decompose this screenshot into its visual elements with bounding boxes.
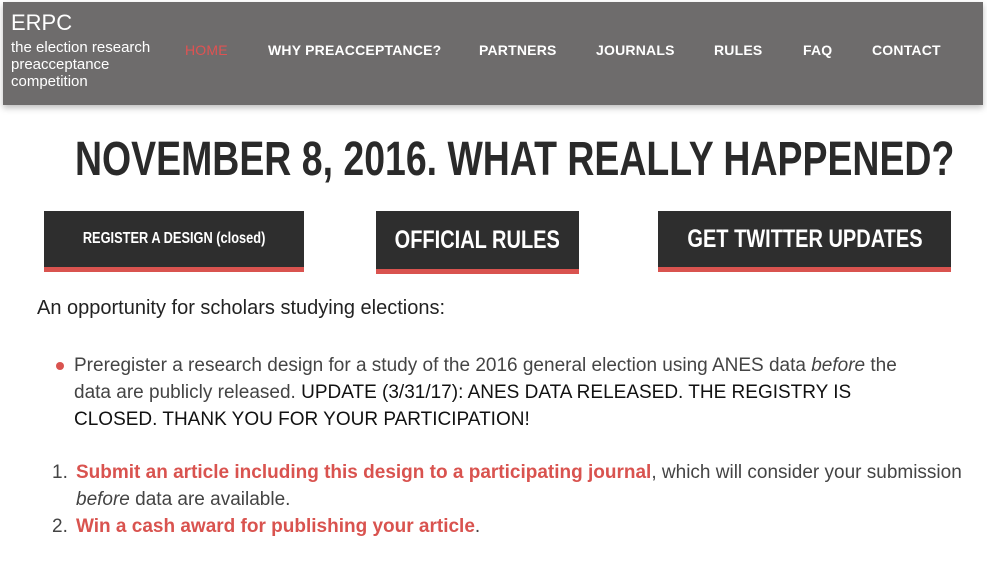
cash-award-link[interactable]: Win a cash award for publishing your art…	[76, 516, 475, 537]
twitter-updates-button[interactable]: GET TWITTER UPDATES	[658, 211, 951, 272]
page-headline: NOVEMBER 8, 2016. WHAT REALLY HAPPENED?	[75, 133, 955, 186]
register-design-label: REGISTER A DESIGN (closed)	[82, 230, 266, 247]
twitter-updates-label: GET TWITTER UPDATES	[686, 224, 923, 253]
step-number: 1.	[52, 462, 68, 483]
step-number: 2.	[52, 516, 68, 537]
official-rules-button[interactable]: OFFICIAL RULES	[376, 211, 579, 274]
nav-home[interactable]: HOME	[185, 42, 228, 58]
nav-faq[interactable]: FAQ	[803, 42, 832, 58]
step-text-after: data are available.	[129, 489, 291, 510]
list-item: Preregister a research design for a stud…	[52, 352, 932, 433]
official-rules-label: OFFICIAL RULES	[394, 225, 561, 254]
nav-partners[interactable]: PARTNERS	[479, 42, 557, 58]
bullet-emphasis: before	[811, 355, 866, 376]
step-text: , which will consider your submission	[651, 462, 962, 483]
brand[interactable]: ERPC the election research preacceptance…	[11, 10, 181, 90]
intro-text: An opportunity for scholars studying ele…	[37, 297, 445, 319]
bullet-dot-icon	[56, 362, 64, 370]
nav-rules[interactable]: RULES	[714, 42, 762, 58]
step-emphasis: before	[76, 489, 130, 510]
site-header: ERPC the election research preacceptance…	[3, 2, 983, 105]
nav-why-preacceptance[interactable]: WHY PREACCEPTANCE?	[268, 42, 441, 58]
nav-contact[interactable]: CONTACT	[872, 42, 941, 58]
bullet-text: Preregister a research design for a stud…	[74, 355, 812, 376]
submit-article-link[interactable]: Submit an article including this design …	[76, 462, 651, 483]
list-item: 2. Win a cash award for publishing your …	[52, 513, 972, 540]
register-design-button[interactable]: REGISTER A DESIGN (closed)	[44, 211, 304, 272]
brand-name[interactable]: ERPC	[11, 10, 181, 36]
steps-list: 1. Submit an article including this desi…	[52, 459, 972, 540]
brand-tagline: the election research preacceptance comp…	[11, 39, 151, 90]
nav-journals[interactable]: JOURNALS	[596, 42, 675, 58]
step-text-after: .	[474, 516, 481, 537]
list-item: 1. Submit an article including this desi…	[52, 459, 972, 513]
bullet-list: Preregister a research design for a stud…	[52, 352, 932, 433]
